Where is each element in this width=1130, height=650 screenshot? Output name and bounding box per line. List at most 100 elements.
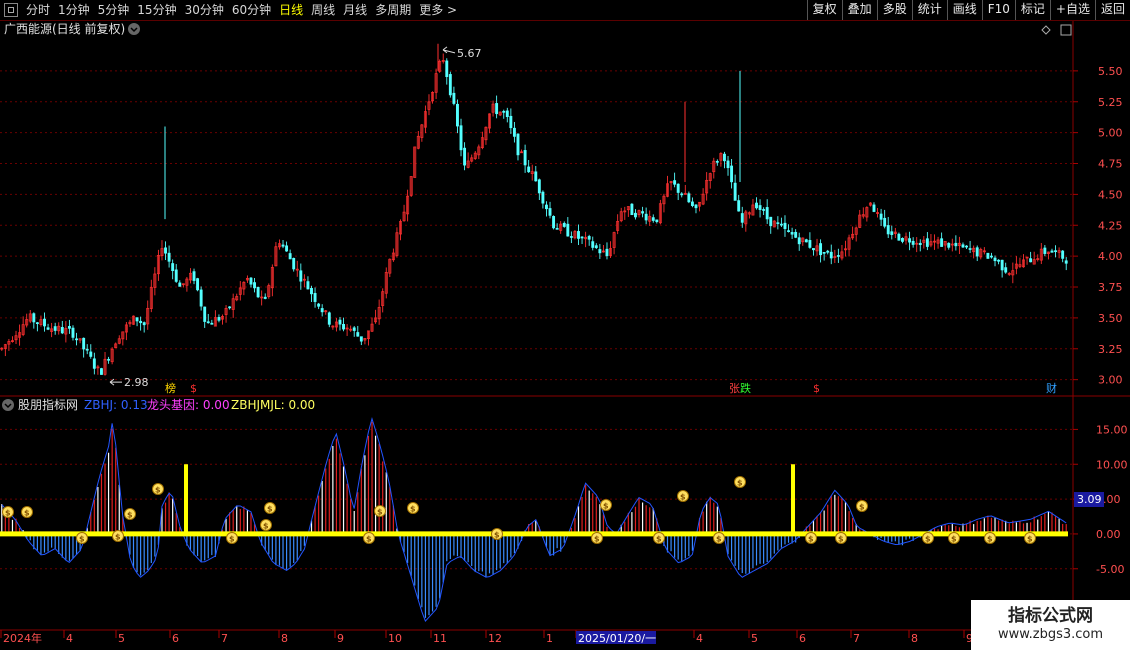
period-tab-8[interactable]: 月线 [339, 0, 371, 20]
candle-body [715, 160, 719, 163]
period-tab-0[interactable]: 分时 [22, 0, 54, 20]
toolbar-button-8[interactable]: 返回 [1094, 0, 1130, 20]
toolbar-button-2[interactable]: 多股 [876, 0, 912, 20]
money-bag-glyph: $ [951, 535, 957, 544]
candle-body [46, 327, 50, 330]
candle-body [787, 230, 790, 232]
money-bag-glyph: $ [366, 535, 372, 544]
maximize-icon[interactable] [1060, 24, 1072, 36]
marker-die[interactable]: 跌 [740, 381, 751, 395]
date-tick-label: 5 [751, 632, 758, 645]
candle-body [463, 147, 467, 166]
candle-body [71, 327, 75, 338]
period-tab-7[interactable]: 周线 [307, 0, 339, 20]
marker-cai[interactable]: 财 [1046, 381, 1057, 395]
toolbar-button-1[interactable]: 叠加 [841, 0, 877, 20]
candle-body [997, 259, 1001, 262]
date-tick-label: 10 [388, 632, 402, 645]
date-tick-label: 4 [66, 632, 73, 645]
panel-controls [1041, 24, 1072, 36]
candle-body [534, 171, 538, 182]
candle-body [726, 160, 730, 169]
toolbar-button-6[interactable]: 标记 [1014, 0, 1050, 20]
price-tick-label: 3.50 [1098, 312, 1123, 325]
candle-body [174, 269, 178, 282]
money-bag-glyph: $ [603, 502, 609, 511]
toolbar-button-3[interactable]: 统计 [911, 0, 947, 20]
candle-body [32, 313, 36, 323]
toolbar-button-0[interactable]: 复权 [806, 0, 842, 20]
candle-body [82, 337, 86, 350]
period-tab-9[interactable]: 多周期 [371, 0, 415, 20]
candle-body [285, 245, 289, 252]
toolbar-button-5[interactable]: F10 [981, 0, 1015, 20]
indicator-menu-icon[interactable] [2, 399, 14, 411]
candle-body [733, 182, 737, 201]
candle-body [545, 204, 548, 210]
date-tick-label: 9 [337, 632, 344, 645]
marker-zhang[interactable]: 张 [729, 382, 740, 395]
candle-body [67, 326, 71, 329]
toolbar-button-7[interactable]: +自选 [1049, 0, 1095, 20]
candle-body [292, 257, 296, 270]
candle-body [986, 252, 990, 259]
period-tab-5[interactable]: 60分钟 [228, 0, 275, 20]
candle-body [591, 241, 595, 248]
watermark-title: 指标公式网 [1008, 606, 1093, 626]
candle-body [203, 306, 207, 322]
candle-body [836, 255, 840, 257]
money-bag-glyph: $ [716, 535, 722, 544]
candle-body [897, 233, 901, 241]
period-tab-4[interactable]: 30分钟 [181, 0, 228, 20]
money-bag-glyph: $ [925, 535, 931, 544]
money-bag-glyph: $ [1027, 535, 1033, 544]
candle-body [253, 282, 256, 289]
period-tab-3[interactable]: 15分钟 [133, 0, 180, 20]
candle-body [566, 223, 570, 237]
marker-dollar-1[interactable]: $ [190, 382, 197, 395]
marker-dollar-2[interactable]: $ [813, 382, 820, 395]
candle-body [459, 125, 463, 151]
money-bag-glyph: $ [859, 503, 865, 512]
date-tick-label: 8 [281, 632, 288, 645]
candle-body [495, 103, 499, 115]
candle-body [516, 133, 520, 156]
candle-body [196, 278, 200, 291]
candle-body [356, 332, 360, 337]
period-tab-10[interactable]: 更多 > [415, 0, 461, 20]
candle-body [552, 216, 556, 229]
candle-body [925, 238, 929, 247]
candle-body [249, 277, 253, 285]
candle-body [206, 321, 210, 324]
low-price-label: 2.98 [124, 376, 149, 389]
candle-body [822, 251, 826, 254]
diamond-icon[interactable] [1041, 25, 1051, 35]
candle-body [673, 180, 677, 185]
indicator-title: 股朋指标网 ZBHJ: 0.13 龙头基因: 0.00 ZBHJMJL: 0.0… [2, 397, 315, 412]
date-tick-label: 8 [911, 632, 918, 645]
candle-body [680, 193, 684, 196]
indicator-histogram: $ $ $ $ $ $ $ $ $ $ $ $ $ $ $ $ $ $ $ $ $ $ $ $ $ $ [0, 417, 1068, 623]
candle-body [1064, 260, 1068, 264]
toolbar-button-4[interactable]: 画线 [946, 0, 982, 20]
low-annotation: 2.98 [109, 376, 149, 389]
price-tick-label: 3.75 [1098, 281, 1123, 294]
marker-bang[interactable]: 榜 [165, 381, 176, 395]
money-bag-glyph: $ [229, 535, 235, 544]
stock-chart[interactable]: 广西能源(日线 前复权) 5.50 5.25 5.00 4.75 4.50 4.25 4.0… [0, 21, 1130, 650]
candle-body [940, 238, 944, 247]
candle-body [644, 213, 648, 221]
period-tab-1[interactable]: 1分钟 [54, 0, 94, 20]
candle-body [548, 208, 552, 216]
settings-dropdown-icon[interactable] [128, 23, 140, 35]
period-tab-2[interactable]: 5分钟 [94, 0, 134, 20]
candle-body [890, 231, 894, 235]
candle-body [299, 270, 303, 282]
window-icon[interactable] [4, 3, 18, 17]
candle-body [947, 242, 951, 248]
candle-body [1043, 247, 1047, 254]
period-tab-6[interactable]: 日线 [275, 0, 307, 20]
indicator-tick-label: 0.00 [1096, 528, 1121, 541]
money-bag-glyph: $ [838, 535, 844, 544]
candle-body [1000, 259, 1004, 271]
